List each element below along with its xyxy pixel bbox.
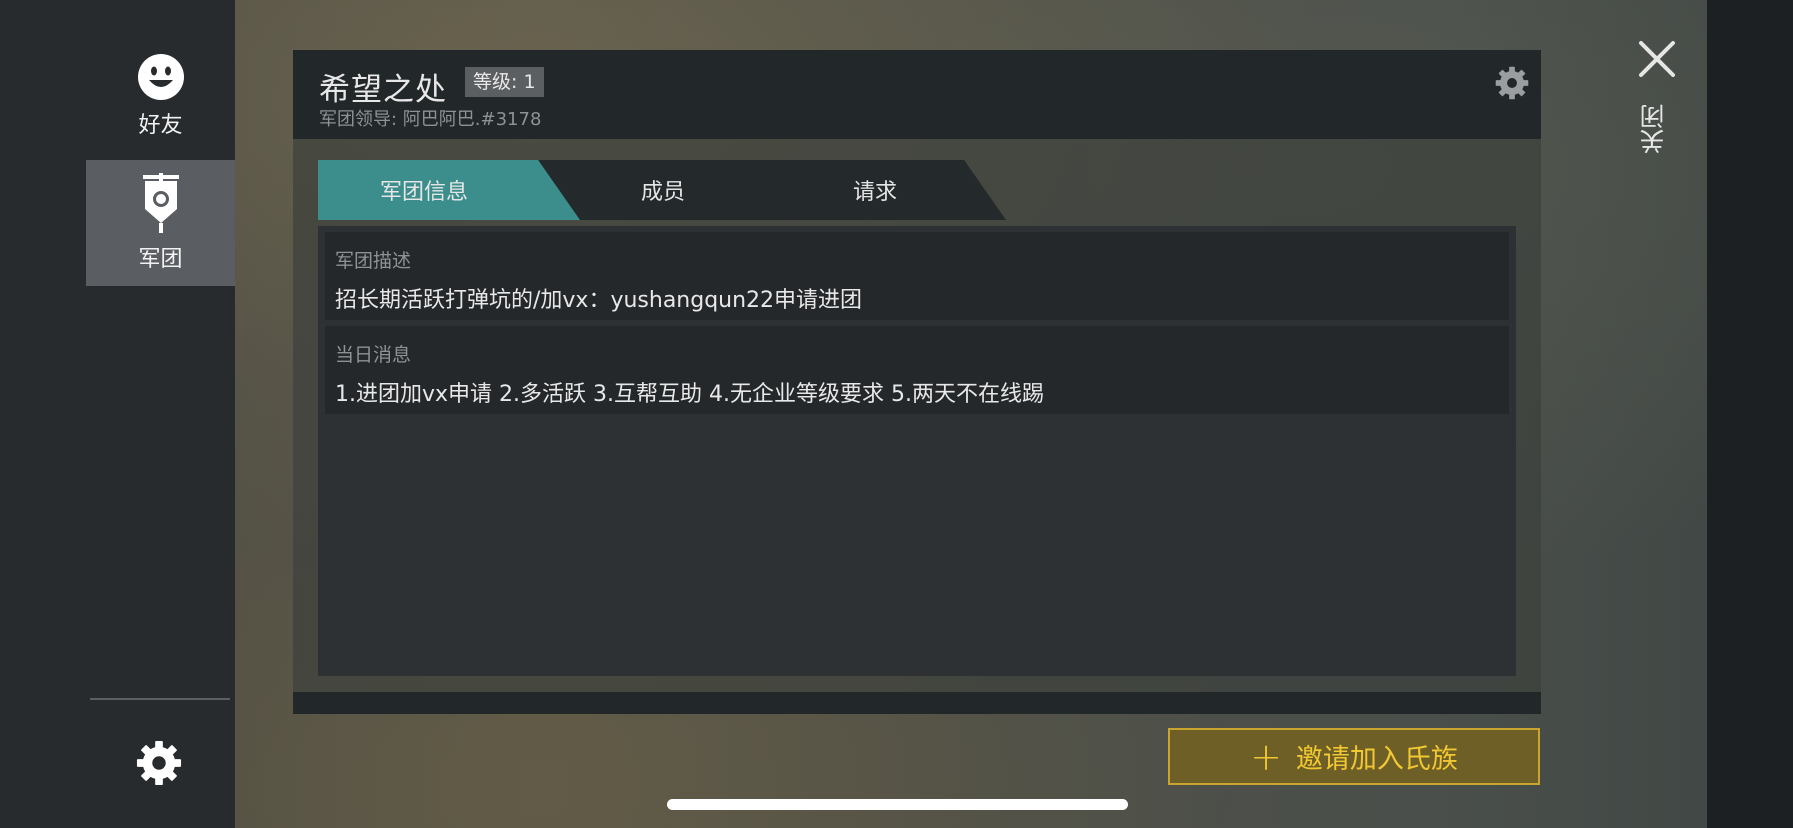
smiley-icon xyxy=(137,54,184,100)
sidebar-item-friends[interactable]: 好友 xyxy=(86,33,235,159)
right-edge-strip xyxy=(1707,0,1793,828)
tab-label: 请求 xyxy=(852,180,897,205)
description-label: 军团描述 xyxy=(335,250,412,272)
settings-gear-icon[interactable] xyxy=(1495,66,1529,100)
sidebar-divider xyxy=(90,698,230,700)
screen: 好友 军团 希望之处 等级: 1 军团领导: 阿巴阿巴.#3178 请求 成员 … xyxy=(0,0,1793,828)
description-text: 招长期活跃打弹坑的/加vx：yushangqun22申请进团 xyxy=(335,288,863,313)
leader-prefix: 军团领导: xyxy=(319,109,403,130)
clan-name: 希望之处 xyxy=(319,72,447,108)
gear-icon[interactable] xyxy=(136,740,182,786)
invite-to-clan-button[interactable]: + 邀请加入氏族 xyxy=(1168,728,1540,785)
level-badge: 等级: 1 xyxy=(465,67,544,97)
invite-button-label: 邀请加入氏族 xyxy=(1295,744,1458,775)
home-indicator[interactable] xyxy=(667,799,1128,810)
plus-icon: + xyxy=(1250,734,1282,779)
close-label[interactable]: 关闭 xyxy=(1639,104,1672,154)
description-row: 军团描述 招长期活跃打弹坑的/加vx：yushangqun22申请进团 xyxy=(325,232,1509,320)
close-icon[interactable] xyxy=(1638,40,1676,78)
legion-info-content: 军团描述 招长期活跃打弹坑的/加vx：yushangqun22申请进团 当日消息… xyxy=(318,226,1516,676)
tab-label: 军团信息 xyxy=(380,180,469,205)
tab-label: 成员 xyxy=(640,180,685,205)
sidebar-item-label: 好友 xyxy=(138,113,183,138)
daily-message-text: 1.进团加vx申请 2.多活跃 3.互帮互助 4.无企业等级要求 5.两天不在线… xyxy=(335,382,1044,407)
sidebar-item-legion[interactable]: 军团 xyxy=(86,160,235,286)
daily-message-label: 当日消息 xyxy=(335,344,412,366)
daily-message-row: 当日消息 1.进团加vx申请 2.多活跃 3.互帮互助 4.无企业等级要求 5.… xyxy=(325,326,1509,414)
legion-banner-icon xyxy=(142,173,179,233)
sidebar: 好友 军团 xyxy=(0,0,235,828)
tab-legion-info[interactable]: 军团信息 xyxy=(318,160,580,220)
clan-header: 希望之处 等级: 1 军团领导: 阿巴阿巴.#3178 xyxy=(293,50,1541,139)
sidebar-item-label: 军团 xyxy=(138,247,183,272)
panel-bottom-bar xyxy=(293,692,1541,714)
leader-name: 阿巴阿巴.#3178 xyxy=(402,109,542,130)
leader-line: 军团领导: 阿巴阿巴.#3178 xyxy=(319,105,541,131)
